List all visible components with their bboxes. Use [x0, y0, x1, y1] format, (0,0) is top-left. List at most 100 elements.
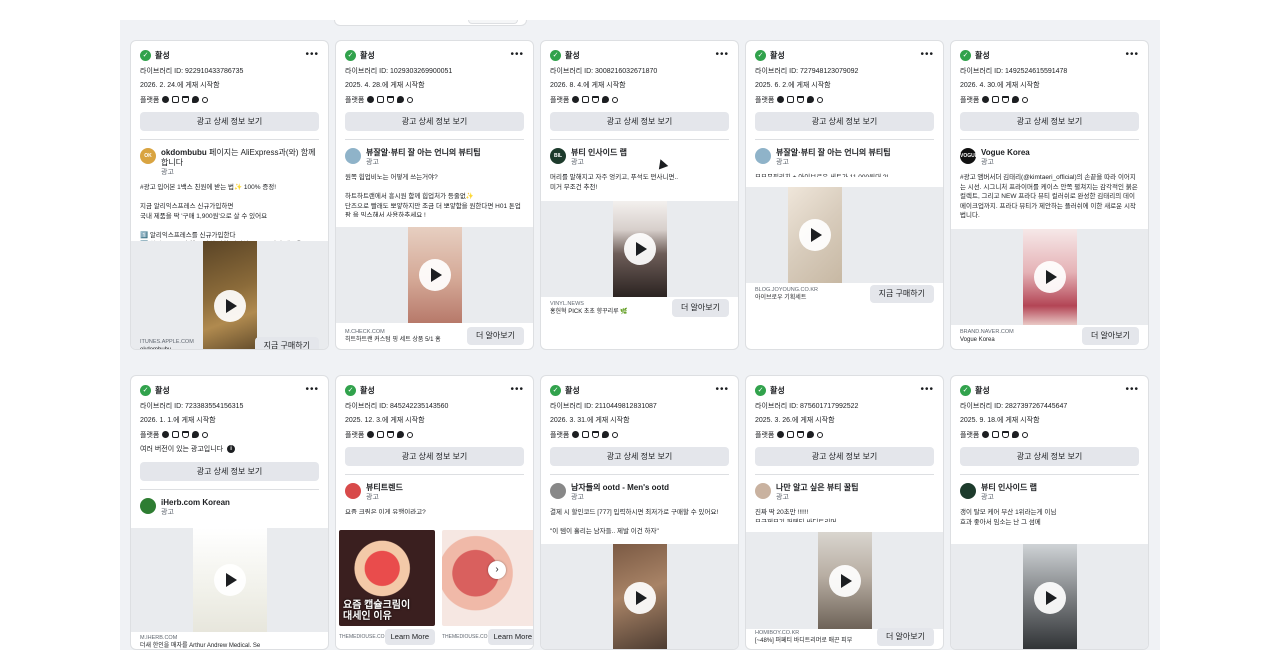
card-header: ✓ 활성 ••• 라이브러리 ID: 845242235143560 2025. 12.… [336, 376, 533, 439]
footer-link[interactable]: BRAND.NAVER.COM Vogue Korea [960, 328, 1014, 344]
status-label: 활성 [975, 50, 990, 60]
play-icon[interactable] [829, 564, 861, 597]
play-icon[interactable] [799, 219, 831, 251]
more-options-button[interactable]: ••• [920, 385, 934, 395]
advertiser-avatar[interactable] [140, 498, 156, 514]
more-options-button[interactable]: ••• [305, 385, 319, 395]
view-ad-details-button[interactable]: 광고 상세 정보 보기 [140, 462, 319, 481]
status-row: ✓ 활성 ••• [550, 383, 729, 397]
learn-more-button[interactable]: Learn More [384, 629, 435, 645]
card-header: ✓ 활성 ••• 라이브러리 ID: 922910433786735 2026. 2. … [131, 41, 328, 104]
advertiser-avatar[interactable] [550, 483, 566, 499]
advertiser-avatar[interactable] [345, 148, 361, 164]
ad-card: ✓ 활성 ••• 라이브러리 ID: 723383554156315 2026. 1. … [130, 375, 329, 650]
advertiser-name[interactable]: 뷰잘알·뷰티 잘 아는 언니의 뷰티팁 [366, 148, 481, 158]
messenger-icon [602, 431, 610, 438]
advertiser-name[interactable]: iHerb.com Korean [161, 498, 230, 508]
cta-button[interactable]: 더 알아보기 [876, 628, 934, 646]
cta-button[interactable]: 지금 구매하기 [869, 285, 934, 303]
ad-video[interactable] [1023, 544, 1077, 649]
info-icon[interactable]: i [227, 445, 236, 453]
ad-video[interactable] [613, 544, 667, 649]
advertiser-name[interactable]: okdombubu 페이지는 AliExpress과(와) 함께합니다 [161, 148, 319, 168]
ad-video[interactable] [818, 532, 872, 629]
view-ad-details-button[interactable]: 광고 상세 정보 보기 [960, 447, 1139, 466]
footer-link[interactable]: VINYL.NEWS 홍헌혁 PICK 초초 향꾸리루 🌿 [550, 300, 628, 316]
view-ad-details-button[interactable]: 광고 상세 정보 보기 [140, 112, 319, 131]
advertiser-info: 나만 알고 싶은 뷰티 꿀팁 광고 [776, 483, 859, 502]
view-ad-details-button[interactable]: 광고 상세 정보 보기 [755, 447, 934, 466]
view-ad-details-button[interactable]: 광고 상세 정보 보기 [550, 112, 729, 131]
advertiser-avatar[interactable]: OK [140, 148, 156, 164]
view-ad-details-button[interactable]: 광고 상세 정보 보기 [755, 112, 934, 131]
carousel-slide-2[interactable] [442, 530, 533, 626]
advertiser-row: 뷰잘알·뷰티 잘 아는 언니의 뷰티팁 광고 [336, 140, 533, 167]
advertiser-avatar[interactable] [345, 483, 361, 499]
footer-link[interactable]: M.CHECK.COM 히트하트랜 커스텀 핑 세트 상품 5/1 홈 [345, 328, 441, 344]
more-options-button[interactable]: ••• [305, 50, 319, 60]
messenger-icon [1012, 431, 1020, 438]
more-options-button[interactable]: ••• [1125, 385, 1139, 395]
more-options-button[interactable]: ••• [715, 385, 729, 395]
advertiser-name[interactable]: 뷰티 인사이드 랩 [571, 148, 627, 158]
more-options-button[interactable]: ••• [1125, 50, 1139, 60]
carousel-next-arrow[interactable]: › [488, 561, 506, 579]
play-icon[interactable] [1034, 261, 1066, 293]
view-ad-details-button[interactable]: 광고 상세 정보 보기 [345, 447, 524, 466]
advertiser-avatar[interactable]: VOGUE [960, 148, 976, 164]
platforms-label: 플랫폼 [345, 96, 365, 104]
advertiser-name[interactable]: 남자들의 ootd - Men's ootd [571, 483, 669, 493]
carousel-footer-2: THEMEDIOUSE.CO Learn More [442, 628, 533, 646]
more-options-button[interactable]: ••• [510, 385, 524, 395]
advertiser-name[interactable]: Vogue Korea [981, 148, 1030, 158]
footer-link[interactable]: ITUNES.APPLE.COM okdombubu [140, 338, 194, 349]
view-ad-details-button[interactable]: 광고 상세 정보 보기 [960, 112, 1139, 131]
status-left: ✓ 활성 [550, 384, 580, 396]
play-icon[interactable] [214, 564, 246, 596]
view-ad-details-button[interactable]: 광고 상세 정보 보기 [550, 447, 729, 466]
ad-video[interactable] [203, 241, 257, 349]
more-options-button[interactable]: ••• [920, 50, 934, 60]
play-icon[interactable] [624, 581, 656, 614]
advertiser-name[interactable]: 뷰티 인사이드 랩 [981, 483, 1037, 493]
play-icon[interactable] [624, 233, 656, 265]
library-id: 라이브러리 ID: 875601717992522 [755, 403, 859, 410]
ad-media [951, 229, 1148, 325]
ad-body-text: #광고 앰버서더 김태리(@kimtaeri_official)의 손끝을 따라… [960, 174, 1138, 219]
footer-link[interactable]: BLOG.JOYOUNG.CO.KR 아이브로우 기획세트 [755, 286, 818, 302]
advertiser-avatar[interactable] [755, 483, 771, 499]
ad-video[interactable] [613, 201, 667, 297]
advertiser-row: OK okdombubu 페이지는 AliExpress과(와) 함께합니다 광고 [131, 140, 328, 177]
more-options-button[interactable]: ••• [715, 50, 729, 60]
cta-button[interactable]: 더 알아보기 [1081, 327, 1139, 345]
status-left: ✓ 활성 [140, 384, 170, 396]
ad-video[interactable] [408, 227, 462, 323]
ad-video[interactable] [193, 528, 267, 632]
advertiser-avatar[interactable] [755, 148, 771, 164]
ad-footer: M.IHERB.COM 더새 한인을 매자를 Arthur Andrew Medi… [131, 634, 328, 649]
platforms-label: 플랫폼 [140, 96, 160, 104]
play-icon[interactable] [214, 290, 246, 322]
learn-more-button[interactable]: Learn More [487, 629, 533, 645]
cta-button[interactable]: 더 알아보기 [671, 299, 729, 317]
footer-link[interactable]: M.IHERB.COM 더새 한인을 매자를 Arthur Andrew Medi… [140, 634, 260, 649]
view-ad-details-button[interactable]: 광고 상세 정보 보기 [345, 112, 524, 131]
advertiser-avatar[interactable] [960, 483, 976, 499]
carousel-slide-1[interactable]: 요즘 캡슐크림이 대세인 이유 [339, 530, 435, 626]
advertiser-avatar[interactable]: BIL [550, 148, 566, 164]
advertiser-name[interactable]: 뷰티트렌드 [366, 483, 403, 493]
advertiser-name[interactable]: 뷰잘알·뷰티 잘 아는 언니의 뷰티팁 [776, 148, 891, 158]
instagram-icon [582, 96, 590, 103]
advertiser-row: 뷰잘알·뷰티 잘 아는 언니의 뷰티팁 광고 [746, 140, 943, 167]
play-icon[interactable] [1034, 581, 1066, 614]
status-left: ✓ 활성 [345, 384, 375, 396]
ad-video[interactable] [1023, 229, 1077, 325]
ad-video[interactable] [788, 187, 842, 283]
more-options-button[interactable]: ••• [510, 50, 524, 60]
cta-button[interactable]: 지금 구매하기 [254, 337, 319, 349]
advertiser-name[interactable]: 나만 알고 싶은 뷰티 꿀팁 [776, 483, 859, 493]
footer-title: 더새 한인을 매자를 Arthur Andrew Medical. Serrat… [140, 643, 260, 649]
cta-button[interactable]: 더 알아보기 [466, 327, 524, 345]
footer-link[interactable]: HOMIBOY.CO.KR [~48%] 퍼페티 바디트리머로 매끈 피부 [755, 629, 852, 645]
play-icon[interactable] [419, 259, 451, 291]
